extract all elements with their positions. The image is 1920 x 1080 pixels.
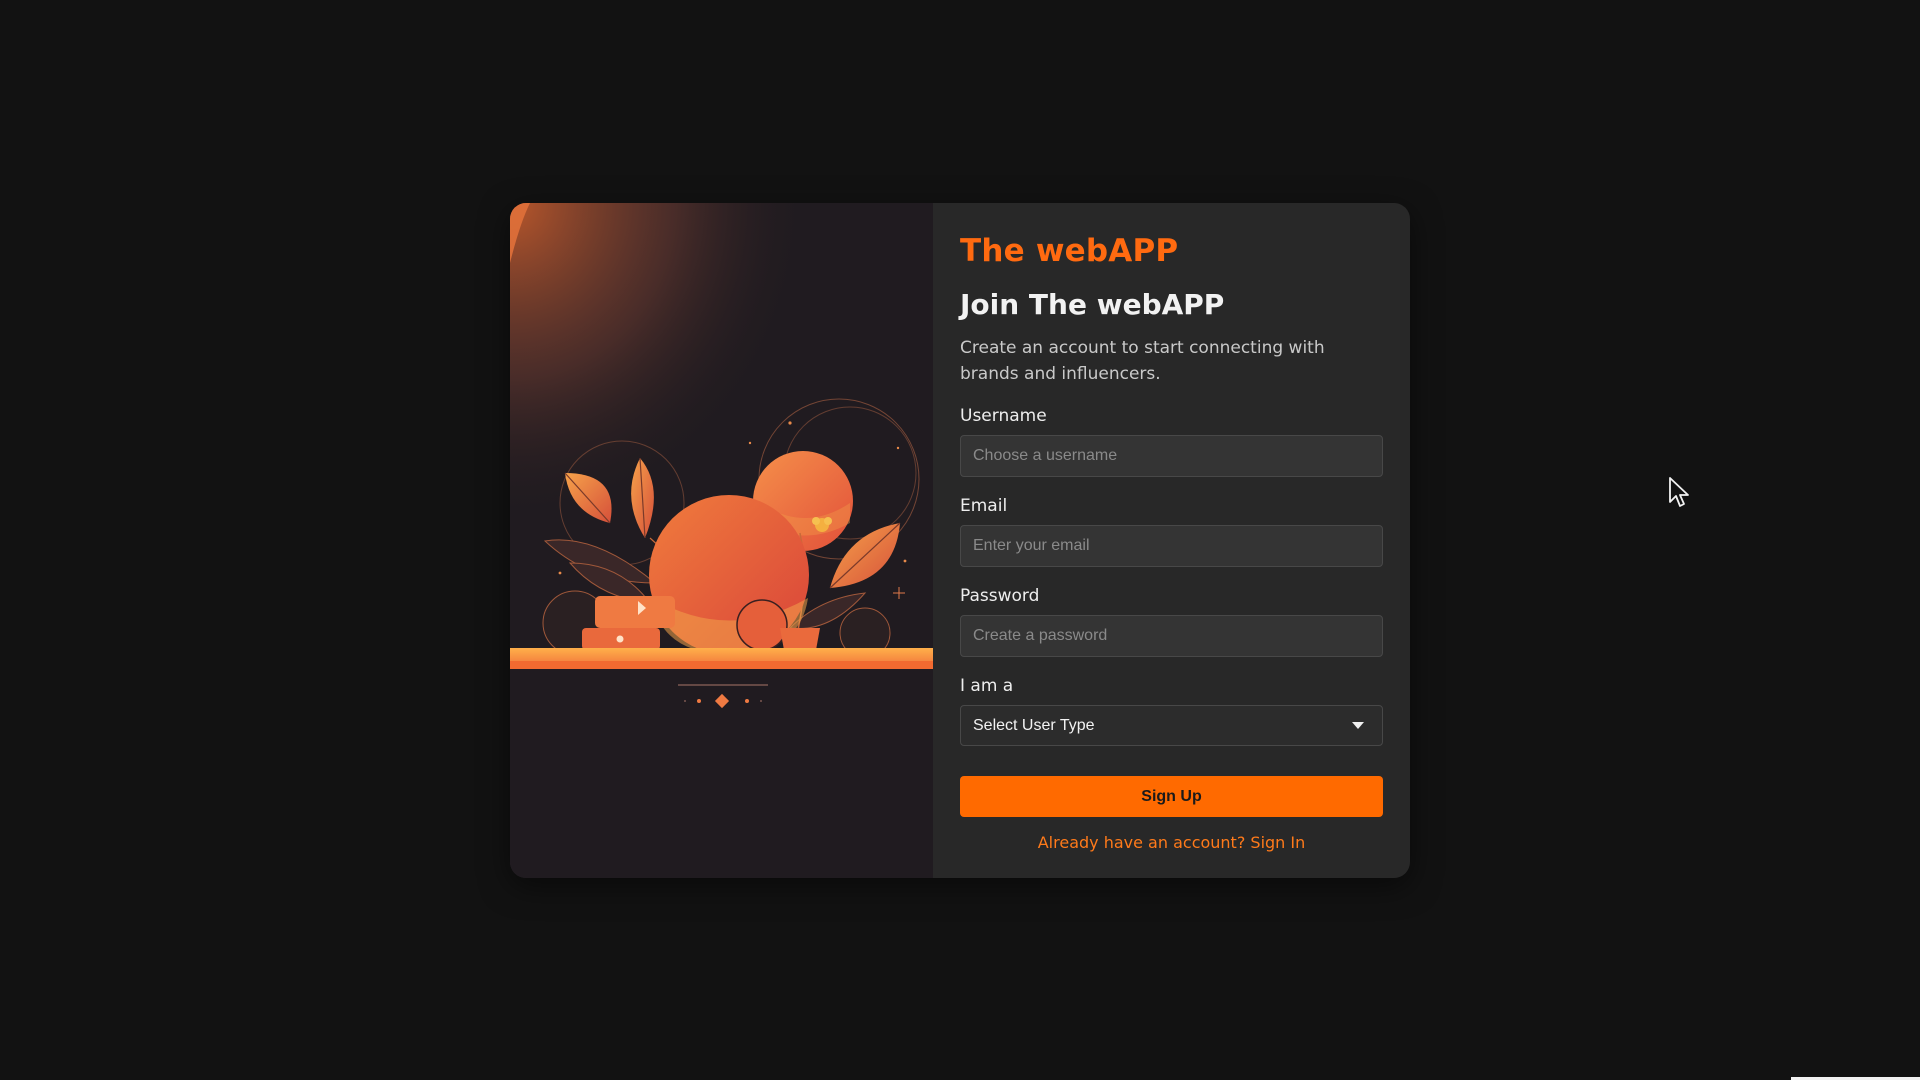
page-title: Join The webAPP	[960, 288, 1225, 321]
signup-form-panel: The webAPP Join The webAPP Create an acc…	[933, 203, 1410, 878]
botanical-illustration	[510, 203, 933, 878]
page-subtitle: Create an account to start connecting wi…	[960, 338, 1325, 384]
chevron-down-icon	[1352, 722, 1364, 729]
password-input[interactable]	[960, 615, 1383, 657]
username-label: Username	[960, 406, 1047, 426]
email-input[interactable]	[960, 525, 1383, 567]
username-input[interactable]	[960, 435, 1383, 477]
password-label: Password	[960, 586, 1040, 606]
signup-card: The webAPP Join The webAPP Create an acc…	[510, 203, 1410, 878]
sign-in-link[interactable]: Already have an account? Sign In	[960, 833, 1383, 852]
user-type-selected-value: Select User Type	[973, 716, 1095, 734]
illustration-panel	[510, 203, 933, 878]
brand-logo: The webAPP	[960, 233, 1179, 269]
username-field-group: Username	[960, 405, 1383, 477]
user-type-select[interactable]: Select User Type	[960, 705, 1383, 746]
sign-up-button[interactable]: Sign Up	[960, 776, 1383, 817]
user-type-label: I am a	[960, 676, 1014, 696]
email-label: Email	[960, 496, 1008, 516]
mouse-cursor-icon	[1669, 477, 1689, 507]
email-field-group: Email	[960, 495, 1383, 567]
user-type-field-group: I am a Select User Type	[960, 675, 1383, 746]
password-field-group: Password	[960, 585, 1383, 657]
